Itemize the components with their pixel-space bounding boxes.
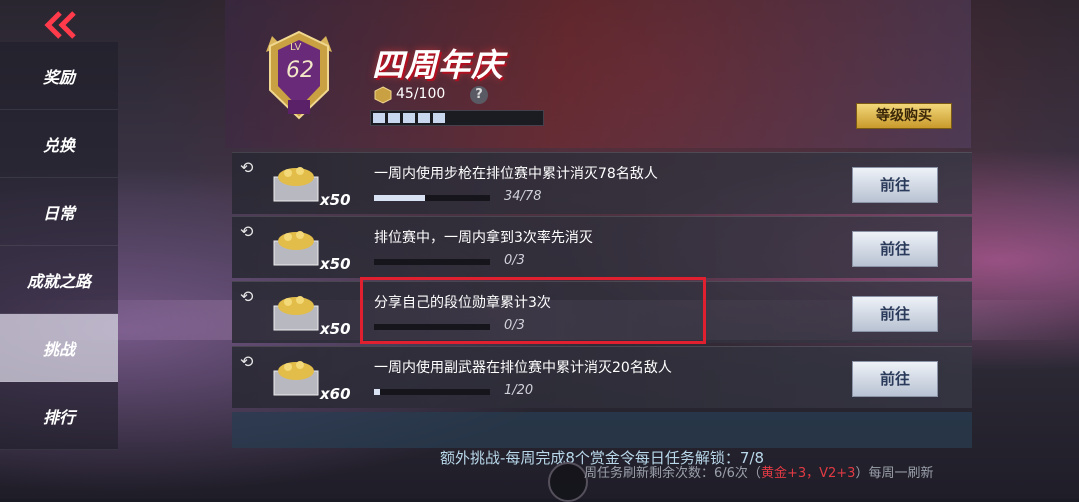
refresh-note: 周任务刷新剩余次数：6/6次（黄金+3，V2+3）每周一刷新 xyxy=(584,462,933,481)
task-progress-bar xyxy=(374,259,490,265)
sidebar-item-ranking[interactable]: 排行 xyxy=(0,382,118,450)
sidebar-item-rewards[interactable]: 奖励 xyxy=(0,42,118,110)
help-icon[interactable]: ? xyxy=(470,86,488,104)
sidebar-item-challenge[interactable]: 挑战 xyxy=(0,314,118,382)
highlight-box xyxy=(360,277,706,344)
reward-chest-icon xyxy=(273,167,319,202)
task-description: 一周内使用副武器在排位赛中累计消灭20名敌人 xyxy=(374,360,672,376)
sidebar-item-label: 成就之路 xyxy=(26,271,91,291)
level-progress-bar xyxy=(370,110,544,126)
task-description: 一周内使用步枪在排位赛中累计消灭78名敌人 xyxy=(374,166,658,182)
task-row: ⟲ x60 一周内使用副武器在排位赛中累计消灭20名敌人 1/20 前往 xyxy=(232,346,972,408)
task-progress-text: 0/3 xyxy=(504,253,525,268)
refresh-icon: ⟲ xyxy=(240,222,254,241)
sidebar-item-daily[interactable]: 日常 xyxy=(0,178,118,246)
task-progress-text: 1/20 xyxy=(504,383,534,398)
refresh-note-highlight: 黄金+3，V2+3 xyxy=(760,466,856,481)
task-progress-fill xyxy=(374,195,425,201)
refresh-note-prefix: 周任务刷新剩余次数：6/6次（ xyxy=(584,466,761,481)
extra-challenge-bar: 额外挑战-每周完成8个赏金令每日任务解锁：7/8 xyxy=(232,412,972,467)
go-button[interactable]: 前往 xyxy=(852,296,938,332)
sidebar-item-label: 日常 xyxy=(42,203,75,223)
level-label: LV xyxy=(290,42,302,53)
task-progress-text: 34/78 xyxy=(504,189,542,204)
go-button[interactable]: 前往 xyxy=(852,231,938,267)
task-progress-bar xyxy=(374,389,490,395)
refresh-note-suffix: ）每周一刷新 xyxy=(855,466,934,481)
sidebar: 奖励 兑换 日常 成就之路 挑战 排行 xyxy=(0,42,118,450)
task-row: ⟲ x50 一周内使用步枪在排位赛中累计消灭78名敌人 34/78 前往 xyxy=(232,152,972,214)
sidebar-item-label: 兑换 xyxy=(42,135,75,155)
reward-quantity: x50 xyxy=(320,255,351,273)
reward-chest-icon xyxy=(273,296,319,331)
token-icon xyxy=(374,86,392,104)
back-button[interactable] xyxy=(40,10,80,40)
sidebar-item-label: 挑战 xyxy=(42,339,75,359)
progress-segment xyxy=(418,113,430,123)
refresh-icon: ⟲ xyxy=(240,158,254,177)
level-number: 62 xyxy=(286,58,314,83)
reward-quantity: x60 xyxy=(320,385,351,403)
sidebar-item-label: 排行 xyxy=(42,407,75,427)
progress-segment xyxy=(373,113,385,123)
refresh-icon: ⟲ xyxy=(240,287,254,306)
sidebar-item-label: 奖励 xyxy=(42,67,75,87)
progress-segment xyxy=(388,113,400,123)
progress-segment xyxy=(403,113,415,123)
reward-quantity: x50 xyxy=(320,320,351,338)
reward-quantity: x50 xyxy=(320,191,351,209)
task-progress-fill xyxy=(374,389,380,395)
go-button[interactable]: 前往 xyxy=(852,167,938,203)
task-progress-bar xyxy=(374,195,490,201)
task-description: 排位赛中，一周内拿到3次率先消灭 xyxy=(374,230,593,246)
double-chevron-left-icon xyxy=(44,11,76,39)
joystick-knob xyxy=(548,462,588,502)
sidebar-item-exchange[interactable]: 兑换 xyxy=(0,110,118,178)
refresh-icon: ⟲ xyxy=(240,352,254,371)
buy-level-button[interactable]: 等级购买 xyxy=(856,103,952,129)
reward-chest-icon xyxy=(273,231,319,266)
level-progress-text: 45/100 xyxy=(396,86,446,102)
sidebar-item-achievement-road[interactable]: 成就之路 xyxy=(0,246,118,314)
progress-segment xyxy=(433,113,445,123)
reward-chest-icon xyxy=(273,361,319,396)
task-row: ⟲ x50 排位赛中，一周内拿到3次率先消灭 0/3 前往 xyxy=(232,216,972,278)
page-title: 四周年庆 xyxy=(372,46,505,84)
go-button[interactable]: 前往 xyxy=(852,361,938,397)
